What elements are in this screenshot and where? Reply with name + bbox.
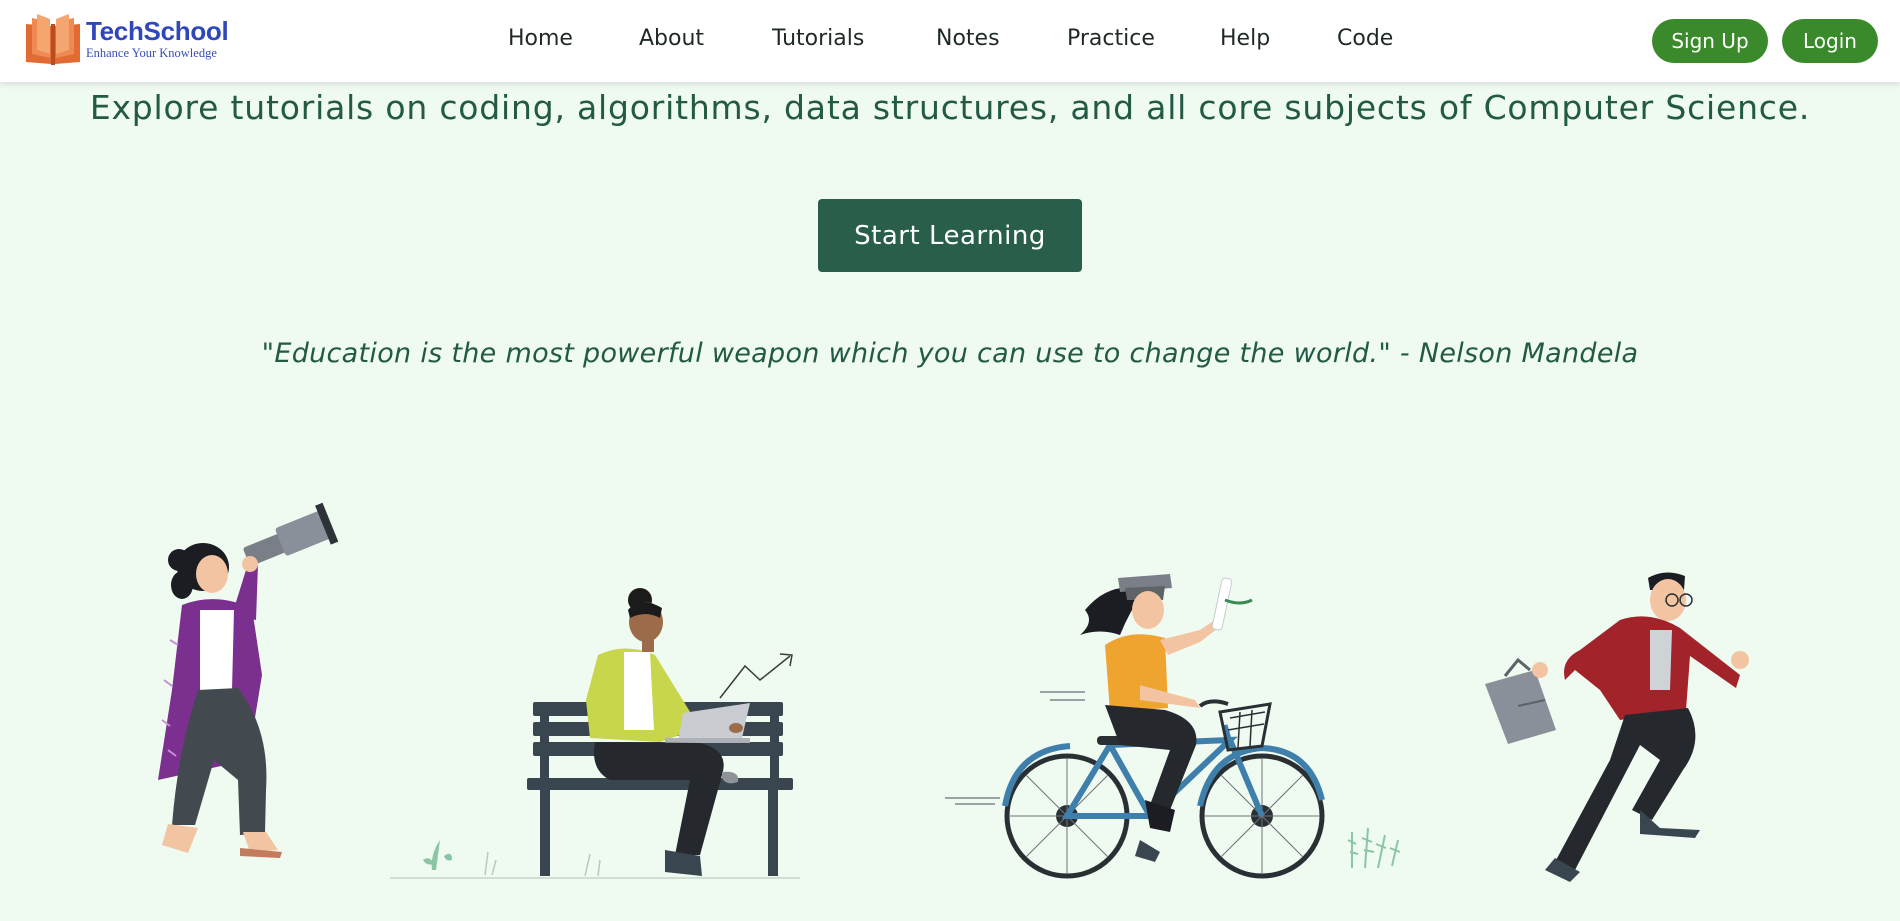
nav-notes[interactable]: Notes xyxy=(936,26,1000,51)
nav-about[interactable]: About xyxy=(639,26,704,51)
man-on-bench-with-laptop-illustration xyxy=(390,588,800,879)
navbar: TechSchool Enhance Your Knowledge Home A… xyxy=(0,0,1900,82)
nav-tutorials[interactable]: Tutorials xyxy=(772,26,864,51)
start-learning-button[interactable]: Start Learning xyxy=(818,199,1082,272)
nav-practice[interactable]: Practice xyxy=(1067,26,1155,51)
nav-code[interactable]: Code xyxy=(1337,26,1393,51)
nav-links: Home About Tutorials Notes Practice Help… xyxy=(0,0,1900,82)
hero-quote: "Education is the most powerful weapon w… xyxy=(261,338,1639,369)
login-button[interactable]: Login xyxy=(1782,19,1878,63)
hero-subtitle: Explore tutorials on coding, algorithms,… xyxy=(89,88,1811,127)
woman-with-telescope-illustration xyxy=(158,502,339,858)
nav-home[interactable]: Home xyxy=(508,26,573,51)
nav-help[interactable]: Help xyxy=(1220,26,1270,51)
graduate-on-bicycle-illustration xyxy=(945,574,1325,879)
running-businessman-illustration xyxy=(1485,572,1749,882)
signup-button[interactable]: Sign Up xyxy=(1652,19,1768,63)
grass-plant-illustration xyxy=(1347,827,1401,869)
hero-illustration xyxy=(158,502,1749,882)
